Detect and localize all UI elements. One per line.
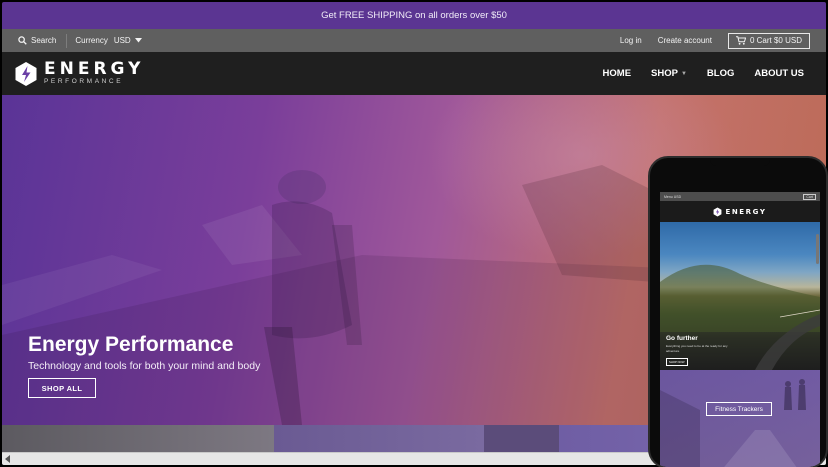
currency-value: USD <box>113 36 131 45</box>
currency-label: Currency <box>75 36 108 45</box>
phone-hero-title: Go further <box>666 335 698 342</box>
utility-left: Search Currency USD <box>2 29 142 52</box>
phone-notch <box>710 158 770 166</box>
utility-bar: Search Currency USD Log in Create accoun… <box>2 29 826 52</box>
phone-hero: Go further Everything you need to be at … <box>660 222 820 370</box>
phone-shop-now-button[interactable]: SHOP NOW <box>666 358 688 366</box>
collection-thumb[interactable] <box>2 425 274 452</box>
announcement-bar: Get FREE SHIPPING on all orders over $50 <box>2 2 826 29</box>
phone-util-left[interactable]: Menu USD <box>664 195 681 199</box>
create-account-link[interactable]: Create account <box>658 36 712 45</box>
currency-selector[interactable]: Currency USD <box>67 36 142 45</box>
hero-title: Energy Performance <box>28 333 234 356</box>
nav-blog[interactable]: BLOG <box>707 68 734 79</box>
cart-button[interactable]: 0 Cart $0 USD <box>727 32 810 49</box>
phone-tile-label: Fitness Trackers <box>706 402 772 416</box>
collection-thumb[interactable] <box>484 425 559 452</box>
brand-name: ENERGY <box>44 59 145 80</box>
search-link[interactable]: Search <box>18 33 68 48</box>
announcement-text: Get FREE SHIPPING on all orders over $50 <box>321 10 507 21</box>
main-nav: ENERGY PERFORMANCE HOME SHOP ▼ BLOG ABOU… <box>2 52 826 95</box>
phone-tile-bridge-image <box>660 379 806 467</box>
phone-screen: Menu USD Cart ENERGY Go further Everythi… <box>660 192 820 467</box>
utility-right: Log in Create account 0 Cart $0 USD <box>620 32 826 49</box>
cart-label: 0 Cart $0 USD <box>749 36 802 45</box>
collection-thumb[interactable] <box>274 425 484 452</box>
phone-logo-bolt-icon <box>714 207 722 216</box>
phone-hero-subtitle: Everything you need to be at the ready f… <box>666 344 728 353</box>
phone-utility-bar: Menu USD Cart <box>660 192 820 201</box>
nav-home[interactable]: HOME <box>603 68 632 79</box>
shop-all-button[interactable]: SHOP ALL <box>28 378 96 398</box>
search-icon <box>18 36 27 45</box>
caret-down-icon <box>134 38 142 43</box>
phone-nav: ENERGY <box>660 201 820 222</box>
search-label: Search <box>31 36 57 45</box>
chevron-down-icon: ▼ <box>680 70 687 77</box>
phone-cart-button[interactable]: Cart <box>803 193 816 200</box>
login-link[interactable]: Log in <box>620 36 642 45</box>
scroll-left-icon[interactable] <box>5 455 10 463</box>
logo-bolt-icon <box>15 61 37 86</box>
nav-shop[interactable]: SHOP ▼ <box>651 68 687 79</box>
brand-logo[interactable]: ENERGY PERFORMANCE <box>2 61 144 87</box>
phone-brand-name: ENERGY <box>725 207 767 216</box>
brand-tagline: PERFORMANCE <box>44 78 124 86</box>
hero-subtitle: Technology and tools for both your mind … <box>28 360 261 372</box>
cart-icon <box>735 36 746 45</box>
nav-about[interactable]: ABOUT US <box>754 68 804 79</box>
phone-collection-tile[interactable]: Fitness Trackers <box>660 370 820 467</box>
nav-shop-label: SHOP <box>651 68 678 79</box>
nav-menu: HOME SHOP ▼ BLOG ABOUT US <box>603 68 826 79</box>
phone-scrollbar[interactable] <box>816 234 819 264</box>
phone-mockup: Menu USD Cart ENERGY Go further Everythi… <box>648 156 828 467</box>
